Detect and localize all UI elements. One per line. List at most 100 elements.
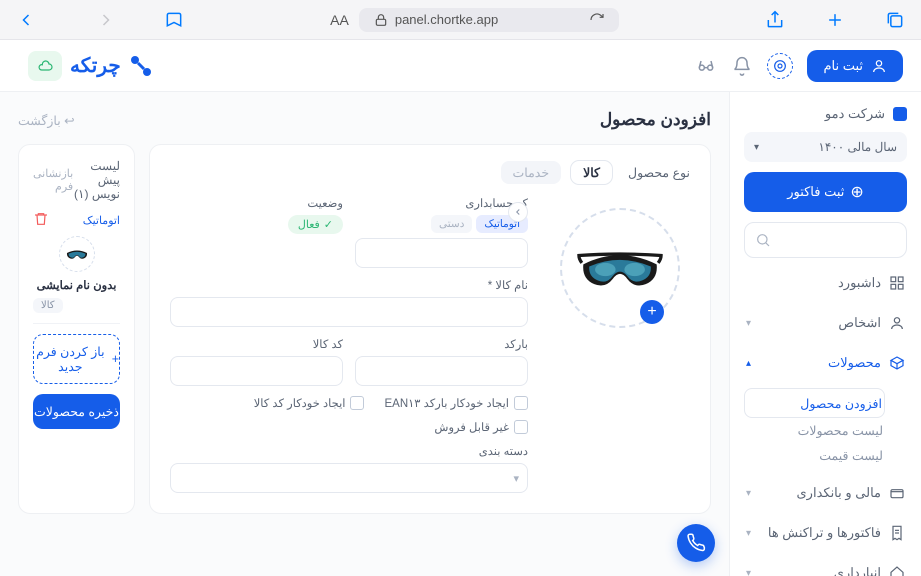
collapse-sidebar-button[interactable] bbox=[508, 202, 528, 222]
sidebar-item-label: اشخاص bbox=[838, 315, 881, 331]
goggles-icon bbox=[576, 238, 664, 298]
sidebar-search[interactable] bbox=[744, 222, 907, 258]
tab-services[interactable]: خدمات bbox=[501, 161, 562, 184]
share-icon[interactable] bbox=[765, 10, 785, 30]
chevron-down-icon: ▾ bbox=[754, 142, 759, 153]
product-image[interactable]: + bbox=[560, 208, 680, 328]
chevron-down-icon: ▾ bbox=[746, 488, 751, 499]
new-tab-icon[interactable] bbox=[825, 10, 845, 30]
plus-icon: + bbox=[112, 352, 119, 366]
receipt-icon bbox=[889, 525, 905, 541]
url-text: panel.chortke.app bbox=[395, 12, 498, 27]
sidebar-subitem-add-product[interactable]: افزودن محصول bbox=[744, 388, 885, 418]
main-content: افزودن محصول ↩ بازگشت نوع محصول کالا خدم… bbox=[0, 92, 729, 576]
auto-ean-checkbox[interactable]: ایجاد خودکار بارکد EAN۱۳ bbox=[384, 396, 528, 410]
not-for-sale-checkbox[interactable]: غیر قابل فروش bbox=[434, 420, 528, 434]
browser-chrome: AA panel.chortke.app bbox=[0, 0, 921, 40]
tabs-icon[interactable] bbox=[885, 10, 905, 30]
chevron-down-icon: ▾ bbox=[746, 528, 751, 539]
accounting-code-label: کد حسابداری bbox=[355, 196, 528, 210]
category-select[interactable]: ▾ bbox=[170, 463, 528, 493]
delete-draft-icon[interactable] bbox=[33, 211, 49, 230]
sidebar-item-invoices[interactable]: فاکتورها و تراکنش ها ▾ bbox=[744, 518, 907, 548]
phone-fab[interactable] bbox=[677, 524, 715, 562]
chevron-down-icon: ▾ bbox=[746, 318, 751, 329]
back-link[interactable]: ↩ بازگشت bbox=[18, 113, 75, 128]
chevron-down-icon: ▾ bbox=[513, 472, 519, 485]
reload-icon[interactable] bbox=[589, 12, 605, 28]
sidebar-item-dashboard[interactable]: داشبورد bbox=[744, 268, 907, 298]
sidebar-subitem-product-list[interactable]: لیست محصولات bbox=[744, 418, 885, 443]
barcode-label: بارکد bbox=[355, 337, 528, 351]
draft-title: لیست پیش نویس (۱) bbox=[73, 159, 120, 201]
sidebar-item-label: لیست محصولات bbox=[798, 423, 883, 438]
glasses-icon[interactable] bbox=[695, 55, 717, 77]
sidebar-item-persons[interactable]: اشخاص ▾ bbox=[744, 308, 907, 338]
signup-label: ثبت نام bbox=[823, 58, 863, 74]
status-badge[interactable]: ✓ فعال bbox=[288, 215, 343, 234]
item-code-input[interactable] bbox=[170, 356, 343, 386]
fiscal-year-selector[interactable]: سال مالی ۱۴۰۰ ▾ bbox=[744, 132, 907, 162]
sidebar-item-label: مالی و بانکداری bbox=[797, 485, 882, 501]
draft-item[interactable]: اتوماتیک بدون نام نمایشی کالا bbox=[33, 211, 120, 324]
logo-text: چرتکه bbox=[70, 53, 121, 78]
sidebar-subitem-price-list[interactable]: لیست قیمت bbox=[744, 443, 885, 468]
register-invoice-label: ثبت فاکتور bbox=[787, 184, 844, 200]
company-selector[interactable]: شرکت دمو bbox=[744, 106, 907, 122]
logo-mark-icon bbox=[129, 54, 153, 78]
category-label: دسته بندی bbox=[170, 444, 528, 458]
chevron-down-icon: ▾ bbox=[746, 568, 751, 576]
save-products-button[interactable]: ذخیره محصولات bbox=[33, 394, 120, 429]
product-image-upload: + bbox=[550, 196, 690, 493]
users-icon bbox=[889, 315, 905, 331]
draft-thumbnail bbox=[59, 236, 95, 272]
accounting-code-input[interactable] bbox=[355, 238, 528, 268]
sidebar-item-label: لیست قیمت bbox=[819, 448, 883, 463]
target-icon[interactable] bbox=[767, 53, 793, 79]
logo[interactable]: چرتکه bbox=[18, 51, 153, 81]
sidebar: شرکت دمو سال مالی ۱۴۰۰ ▾ ⊕ ثبت فاکتور دا… bbox=[729, 92, 921, 576]
address-bar[interactable]: panel.chortke.app bbox=[359, 8, 619, 32]
company-name: شرکت دمو bbox=[825, 106, 885, 122]
app-header: ثبت نام چرتکه bbox=[0, 40, 921, 92]
toggle-manual[interactable]: دستی bbox=[431, 215, 472, 233]
chevron-up-icon: ▴ bbox=[746, 358, 751, 369]
draft-type-chip: کالا bbox=[33, 298, 63, 313]
product-form-card: نوع محصول کالا خدمات bbox=[149, 144, 711, 514]
fiscal-year-label: سال مالی ۱۴۰۰ bbox=[818, 140, 897, 154]
tab-goods[interactable]: کالا bbox=[571, 161, 612, 184]
reset-form-button[interactable]: بازنشانی فرم bbox=[33, 167, 73, 193]
plus-icon: ⊕ bbox=[850, 182, 863, 202]
sidebar-item-label: داشبورد bbox=[838, 275, 881, 291]
sidebar-item-banking[interactable]: مالی و بانکداری ▾ bbox=[744, 478, 907, 508]
item-code-label: کد کالا bbox=[170, 337, 343, 351]
search-icon bbox=[755, 232, 771, 248]
bell-icon[interactable] bbox=[731, 55, 753, 77]
barcode-input[interactable] bbox=[355, 356, 528, 386]
back-icon[interactable] bbox=[16, 10, 36, 30]
draft-item-name: بدون نام نمایشی bbox=[37, 278, 117, 292]
sidebar-item-products[interactable]: محصولات ▴ bbox=[744, 348, 907, 378]
draft-auto-badge: اتوماتیک bbox=[83, 214, 120, 227]
grid-icon bbox=[889, 275, 905, 291]
register-invoice-button[interactable]: ⊕ ثبت فاکتور bbox=[744, 172, 907, 212]
company-logo-icon bbox=[893, 107, 907, 121]
sidebar-item-label: فاکتورها و تراکنش ها bbox=[768, 525, 881, 541]
auto-code-checkbox[interactable]: ایجاد خودکار کد کالا bbox=[254, 396, 365, 410]
sidebar-item-inventory[interactable]: انبارداری ▾ bbox=[744, 558, 907, 576]
new-form-button[interactable]: + باز کردن فرم جدید bbox=[33, 334, 120, 384]
add-image-button[interactable]: + bbox=[640, 300, 664, 324]
product-name-input[interactable] bbox=[170, 297, 528, 327]
draft-panel: لیست پیش نویس (۱) بازنشانی فرم اتوماتیک … bbox=[18, 144, 135, 514]
cloud-icon bbox=[28, 51, 62, 81]
phone-icon bbox=[686, 533, 706, 553]
product-type-label: نوع محصول bbox=[628, 165, 690, 180]
sidebar-item-label: محصولات bbox=[828, 355, 881, 371]
forward-icon[interactable] bbox=[96, 10, 116, 30]
signup-button[interactable]: ثبت نام bbox=[807, 50, 903, 82]
bookmarks-icon[interactable] bbox=[164, 10, 184, 30]
text-size-label[interactable]: AA bbox=[330, 12, 349, 28]
page-title: افزودن محصول bbox=[600, 110, 711, 130]
status-label: وضعیت bbox=[170, 196, 343, 210]
home-icon bbox=[889, 565, 905, 576]
